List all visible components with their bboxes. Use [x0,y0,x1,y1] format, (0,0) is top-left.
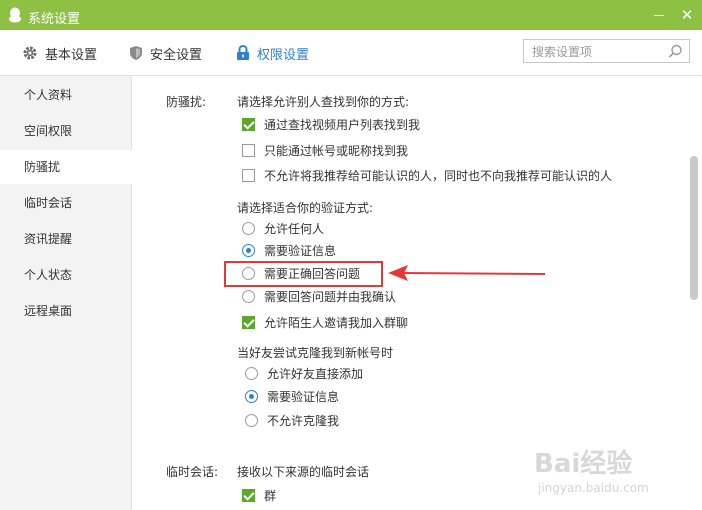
sidebar-item-temp-chat[interactable]: 临时会话 [0,186,132,220]
verify-option-anyone[interactable]: 允许任何人 [242,220,324,236]
option-label: 需要验证信息 [264,243,337,258]
option-label: 需要回答问题并由我确认 [264,289,397,304]
find-method-prompt: 请选择允许别人查找到你的方式: [237,95,410,109]
temp-chat-section-label: 临时会话: [166,465,219,479]
verify-option-answer-confirm[interactable]: 需要回答问题并由我确认 [242,288,396,304]
tab-security-settings[interactable]: 安全设置 [129,44,203,63]
option-label: 不允许将我推荐给可能认识的人，同时也不向我推荐可能认识的人 [264,168,613,183]
search-box [523,39,690,63]
watermark-url: jingyan.baidu.com [537,481,649,495]
find-option-video-list[interactable]: 通过查找视频用户列表找到我 [242,116,420,132]
allow-group-invite[interactable]: 允许陌生人邀请我加入群聊 [242,314,408,330]
penguin-logo-icon [9,7,21,23]
temp-chat-prompt: 接收以下来源的临时会话 [237,465,370,479]
radio[interactable] [245,389,258,403]
checkbox[interactable] [242,488,255,502]
temp-chat-option-group[interactable]: 群 [242,487,276,503]
radio[interactable] [242,243,255,257]
checkbox[interactable] [242,143,255,157]
option-label: 群 [264,488,277,503]
sidebar-item-profile[interactable]: 个人资料 [0,78,132,112]
find-option-no-recommend[interactable]: 不允许将我推荐给可能认识的人，同时也不向我推荐可能认识的人 [242,167,612,183]
clone-option-allow[interactable]: 允许好友直接添加 [245,365,363,381]
gear-icon [23,46,37,60]
option-label: 允许好友直接添加 [267,366,364,381]
radio[interactable] [242,221,255,235]
tab-basic-settings[interactable]: 基本设置 [22,44,98,63]
watermark-brand: Bai经验 [534,448,632,479]
sidebar-item-status[interactable]: 个人状态 [0,258,132,292]
highlight-box [224,261,383,287]
option-label: 需要验证信息 [267,389,340,404]
title-bar: 系统设置 ✕ [0,0,702,30]
clone-option-deny[interactable]: 不允许克隆我 [245,412,339,428]
lock-icon [237,45,249,60]
baidu-watermark-logo: Bai经验 jingyan.baidu.com [534,448,649,495]
sidebar: 个人资料 空间权限 防骚扰 临时会话 资讯提醒 个人状态 远程桌面 [0,76,132,510]
radio[interactable] [245,366,258,380]
option-label: 不允许克隆我 [267,413,340,428]
option-label: 允许任何人 [264,221,325,236]
sidebar-item-space-permission[interactable]: 空间权限 [0,114,132,148]
verify-method-prompt: 请选择适合你的验证方式: [237,201,374,215]
option-label: 只能通过帐号或昵称找到我 [264,143,409,158]
verify-option-need-info[interactable]: 需要验证信息 [242,242,336,258]
search-icon[interactable] [668,44,683,59]
sidebar-item-anti-harass[interactable]: 防骚扰 [0,150,132,184]
radio[interactable] [245,413,258,427]
anti-harass-section-label: 防骚扰: [166,95,207,109]
minimize-button[interactable] [648,5,670,25]
tab-label: 安全设置 [150,47,203,63]
checkbox[interactable] [242,315,255,329]
search-input[interactable] [530,43,664,61]
watermark: Bai经验 jingyan.baidu.com [532,440,672,498]
tab-label: 基本设置 [45,47,98,63]
window-title: 系统设置 [28,12,81,27]
clone-prompt: 当好友尝试克隆我到新帐号时 [237,346,394,360]
sidebar-item-remote-desktop[interactable]: 远程桌面 [0,294,132,328]
shield-icon [130,46,142,60]
checkbox[interactable] [242,117,255,131]
sidebar-item-news-alert[interactable]: 资讯提醒 [0,222,132,256]
close-button[interactable]: ✕ [676,5,698,25]
clone-option-need-info[interactable]: 需要验证信息 [245,388,339,404]
tab-permission-settings[interactable]: 权限设置 [236,44,310,63]
radio[interactable] [242,289,255,303]
find-option-account-only[interactable]: 只能通过帐号或昵称找到我 [242,142,408,158]
tab-label: 权限设置 [257,47,310,63]
option-label: 通过查找视频用户列表找到我 [264,117,421,132]
checkbox[interactable] [242,168,255,182]
scrollbar-thumb[interactable] [690,156,698,300]
settings-toolbar: 基本设置 安全设置 权限设置 [0,30,702,76]
option-label: 允许陌生人邀请我加入群聊 [264,315,409,330]
